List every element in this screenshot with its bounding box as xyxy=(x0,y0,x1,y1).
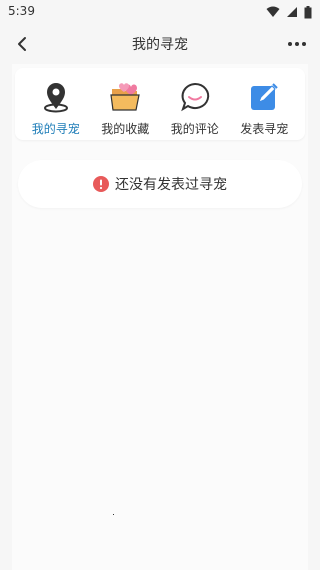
signal-icon xyxy=(287,7,297,17)
tab-my-favorites[interactable]: 我的收藏 xyxy=(91,68,161,140)
location-pin-icon xyxy=(39,80,73,114)
stray-dot xyxy=(113,514,114,515)
nav-bar: 我的寻宠 xyxy=(0,24,320,64)
tab-card: 我的寻宠 我的收藏 我的评论 发表寻宠 xyxy=(15,68,305,140)
wifi-icon xyxy=(266,6,280,17)
tab-my-comments[interactable]: 我的评论 xyxy=(160,68,230,140)
tab-label: 我的评论 xyxy=(170,122,219,136)
empty-notice: 还没有发表过寻宠 xyxy=(18,160,302,208)
status-icons xyxy=(266,5,312,19)
tab-post-pet-search[interactable]: 发表寻宠 xyxy=(230,68,300,140)
alert-icon xyxy=(93,176,109,192)
folder-heart-icon xyxy=(108,80,142,114)
tab-label: 发表寻宠 xyxy=(240,122,289,136)
content-area: 我的寻宠 我的收藏 我的评论 发表寻宠 还没有发表过寻宠 xyxy=(12,64,308,570)
more-button[interactable] xyxy=(284,32,310,56)
battery-icon xyxy=(304,5,312,18)
more-dots-icon xyxy=(288,42,306,46)
status-bar: 5:39 xyxy=(0,0,320,24)
empty-notice-text: 还没有发表过寻宠 xyxy=(115,177,227,193)
status-time: 5:39 xyxy=(8,4,35,18)
tab-my-pet-search[interactable]: 我的寻宠 xyxy=(21,68,91,140)
tab-label: 我的寻宠 xyxy=(31,122,80,136)
tab-label: 我的收藏 xyxy=(101,122,150,136)
chat-bubble-icon xyxy=(178,80,212,114)
edit-square-icon xyxy=(247,80,281,114)
page-title: 我的寻宠 xyxy=(132,37,188,53)
